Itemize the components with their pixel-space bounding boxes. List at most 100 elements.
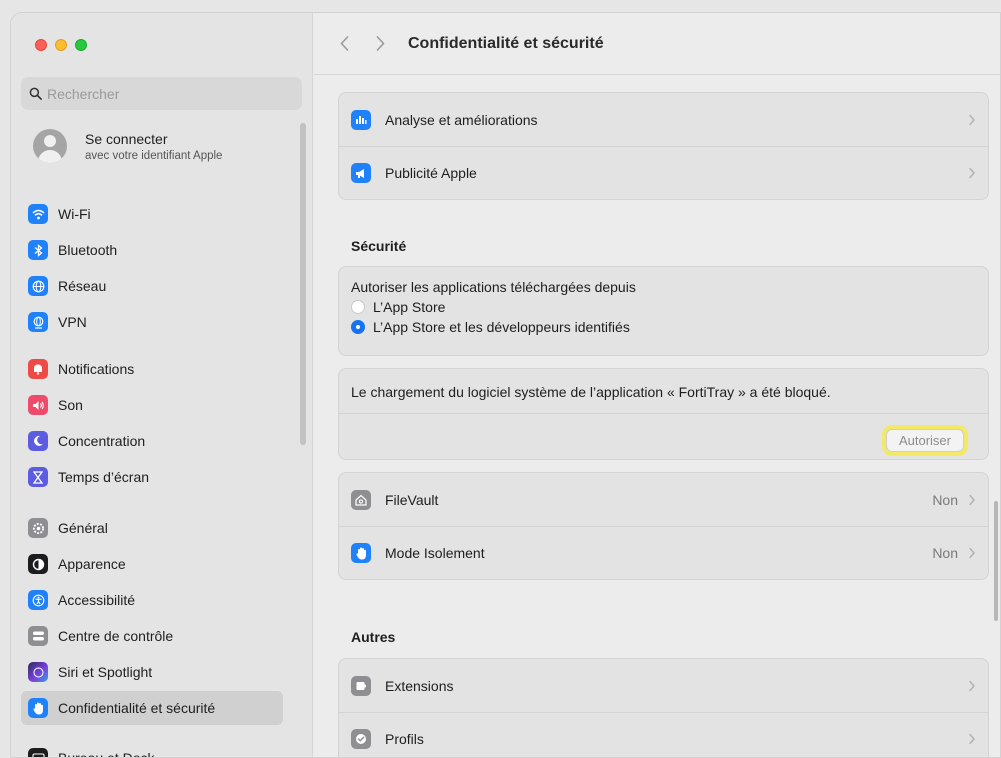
sidebar-item-label: Accessibilité xyxy=(58,592,136,608)
filevault-icon xyxy=(351,489,371,510)
chevron-right-icon xyxy=(969,547,975,559)
radio-button[interactable] xyxy=(351,300,365,314)
sidebar-item-label: Confidentialité et sécurité xyxy=(58,700,216,716)
sidebar-item-siri-spotlight[interactable]: Siri et Spotlight xyxy=(21,655,283,689)
content-scrollbar[interactable] xyxy=(994,501,998,621)
bluetooth-icon xyxy=(28,240,48,260)
forward-button[interactable] xyxy=(368,32,392,56)
sidebar-item-label: Bureau et Dock xyxy=(58,750,155,758)
radio-app-store-developers[interactable]: L’App Store et les développeurs identifi… xyxy=(351,319,976,335)
toolbar: Confidentialité et sécurité xyxy=(314,13,1000,75)
others-card: Extensions Profils xyxy=(338,658,989,757)
row-label: Publicité Apple xyxy=(385,165,477,181)
sidebar-item-label: VPN xyxy=(58,314,87,330)
avatar xyxy=(33,129,67,163)
content-area: Analyse et améliorations Publicité Apple… xyxy=(314,76,1000,757)
radio-label: L’App Store et les développeurs identifi… xyxy=(373,319,630,335)
sidebar-item-notifications[interactable]: Notifications xyxy=(21,352,283,386)
others-section-title: Autres xyxy=(351,629,396,645)
sidebar-item-centre-controle[interactable]: Centre de contrôle xyxy=(21,619,283,653)
chevron-right-icon xyxy=(969,680,975,691)
security-options-card: FileVault Non Mode Isolement Non xyxy=(338,472,989,580)
sidebar-item-temps-ecran[interactable]: Temps d’écran xyxy=(21,460,283,494)
sidebar-item-label: Notifications xyxy=(58,361,135,377)
sidebar: Se connecter avec votre identifiant Appl… xyxy=(11,13,313,757)
blocked-software-card: Le chargement du logiciel système de l’a… xyxy=(338,368,989,460)
privacy-card: Analyse et améliorations Publicité Apple xyxy=(338,92,989,200)
search-icon xyxy=(29,87,42,100)
sidebar-scrollbar[interactable] xyxy=(300,123,306,445)
row-value: Non xyxy=(932,545,958,561)
sidebar-item-label: Apparence xyxy=(58,556,126,572)
row-value: Non xyxy=(932,491,958,508)
speaker-icon xyxy=(28,395,48,415)
sidebar-item-label: Wi-Fi xyxy=(58,206,91,222)
row-analyse[interactable]: Analyse et améliorations xyxy=(339,93,988,146)
chevron-right-icon xyxy=(969,167,975,179)
allow-button[interactable]: Autoriser xyxy=(885,429,964,452)
security-section-title: Sécurité xyxy=(351,238,407,254)
megaphone-icon xyxy=(351,163,371,183)
apple-id-signin[interactable]: Se connecter avec votre identifiant Appl… xyxy=(33,129,222,163)
hand-icon xyxy=(351,543,371,563)
dock-icon xyxy=(28,748,48,757)
row-label: Extensions xyxy=(385,677,454,694)
chevron-right-icon xyxy=(969,494,975,505)
sidebar-item-general[interactable]: Général xyxy=(21,511,283,545)
profiles-check-icon xyxy=(351,729,371,749)
globe-icon xyxy=(28,276,48,296)
search-input[interactable] xyxy=(47,85,287,102)
appearance-icon xyxy=(28,554,48,574)
control-center-icon xyxy=(28,626,48,646)
row-filevault[interactable]: FileVault Non xyxy=(339,473,988,526)
sidebar-item-apparence[interactable]: Apparence xyxy=(21,547,283,581)
sidebar-item-label: Bluetooth xyxy=(58,242,118,258)
zoom-window-button[interactable] xyxy=(75,39,87,51)
sidebar-item-label: Centre de contrôle xyxy=(58,628,174,644)
sidebar-item-vpn[interactable]: VPN xyxy=(21,305,283,339)
sidebar-item-accessibilite[interactable]: Accessibilité xyxy=(21,583,283,617)
sidebar-item-bureau-dock[interactable]: Bureau et Dock xyxy=(21,741,283,758)
sidebar-item-label: Siri et Spotlight xyxy=(58,664,153,680)
radio-label: L’App Store xyxy=(373,299,446,315)
back-button[interactable] xyxy=(332,32,356,56)
row-profils[interactable]: Profils xyxy=(339,712,988,757)
extensions-icon xyxy=(351,675,371,696)
blocked-message: Le chargement du logiciel système de l’a… xyxy=(339,369,988,414)
sidebar-item-wifi[interactable]: Wi-Fi xyxy=(21,197,283,231)
sidebar-item-concentration[interactable]: Concentration xyxy=(21,424,283,458)
minimize-window-button[interactable] xyxy=(55,39,67,51)
moon-icon xyxy=(28,431,48,451)
sidebar-item-label: Son xyxy=(58,397,83,413)
row-mode-isolement[interactable]: Mode Isolement Non xyxy=(339,526,988,579)
row-publicite[interactable]: Publicité Apple xyxy=(339,146,988,199)
row-extensions[interactable]: Extensions xyxy=(339,659,988,712)
hand-icon xyxy=(28,698,48,718)
allow-apps-label: Autoriser les applications téléchargées … xyxy=(351,279,636,295)
chart-bars-icon xyxy=(351,109,371,130)
accessibility-icon xyxy=(28,590,48,610)
vpn-globe-icon xyxy=(28,312,48,332)
radio-app-store[interactable]: L’App Store xyxy=(351,299,976,315)
row-label: Mode Isolement xyxy=(385,545,485,561)
radio-button-selected[interactable] xyxy=(351,320,365,334)
sidebar-item-bluetooth[interactable]: Bluetooth xyxy=(21,233,283,267)
close-window-button[interactable] xyxy=(35,39,47,51)
app-source-card: Autoriser les applications téléchargées … xyxy=(338,266,989,356)
row-label: FileVault xyxy=(385,491,439,508)
search-field[interactable] xyxy=(21,77,302,110)
gear-icon xyxy=(28,518,48,538)
row-label: Profils xyxy=(385,731,424,747)
window-controls xyxy=(35,39,87,51)
sidebar-item-label: Général xyxy=(58,520,108,536)
sidebar-item-reseau[interactable]: Réseau xyxy=(21,269,283,303)
hourglass-icon xyxy=(28,467,48,487)
sidebar-item-confidentialite-securite[interactable]: Confidentialité et sécurité xyxy=(21,691,283,725)
chevron-right-icon xyxy=(969,733,975,745)
sidebar-item-son[interactable]: Son xyxy=(21,388,283,422)
account-subtitle: avec votre identifiant Apple xyxy=(85,149,223,162)
wifi-icon xyxy=(28,204,48,224)
chevron-left-icon xyxy=(340,36,348,51)
row-label: Analyse et améliorations xyxy=(385,111,538,128)
siri-icon xyxy=(28,662,48,682)
